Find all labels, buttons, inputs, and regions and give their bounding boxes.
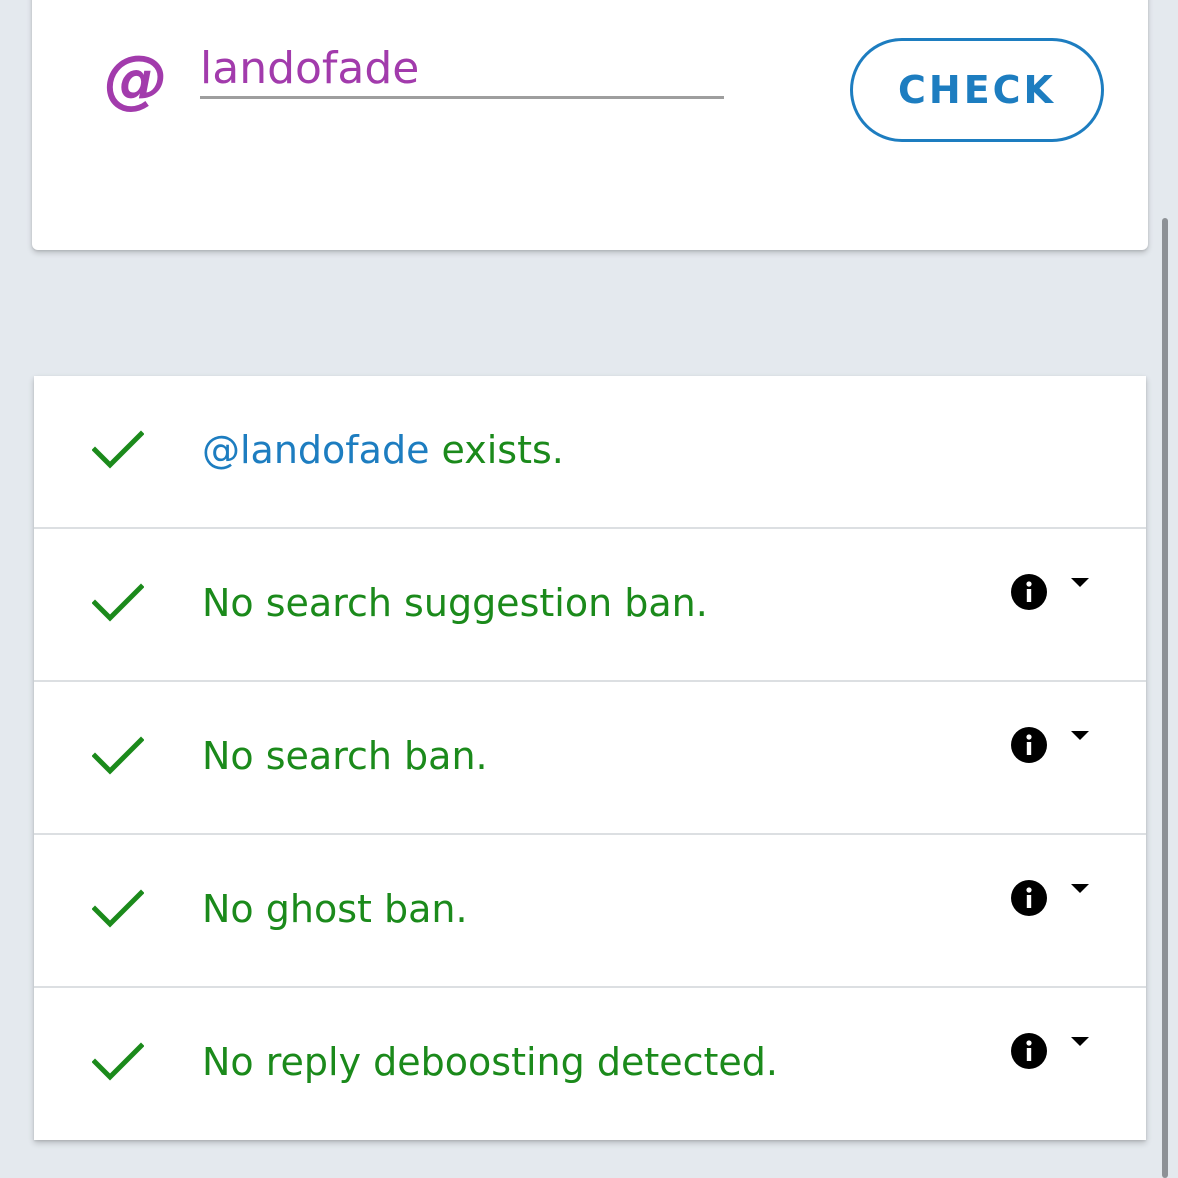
result-row-ghost-ban[interactable]: No ghost ban. [34,835,1146,988]
check-button[interactable]: CHECK [850,38,1104,142]
info-icon[interactable] [1010,726,1048,764]
result-row-search-suggestion-ban[interactable]: No search suggestion ban. [34,529,1146,682]
results-list: @landofade exists. No search suggestion … [34,376,1146,1140]
info-icon[interactable] [1010,879,1048,917]
scrollbar[interactable] [1148,0,1178,1178]
result-text: No ghost ban. [202,887,468,931]
info-icon[interactable] [1010,1032,1048,1070]
result-text: No search suggestion ban. [202,581,708,625]
username-link[interactable]: @landofade [202,428,429,472]
username-input[interactable] [200,42,724,99]
result-text: No search ban. [202,734,488,778]
check-icon [92,430,144,469]
info-icon[interactable] [1010,573,1048,611]
result-status-text: exists. [429,428,564,472]
caret-down-icon[interactable] [1069,575,1091,589]
result-text: @landofade exists. [202,426,564,474]
result-row-search-ban[interactable]: No search ban. [34,682,1146,835]
check-icon [92,736,144,775]
result-row-reply-deboosting[interactable]: No reply deboosting detected. [34,988,1146,1139]
caret-down-icon[interactable] [1069,728,1091,742]
caret-down-icon[interactable] [1069,1034,1091,1048]
check-icon [92,583,144,622]
check-icon [92,889,144,928]
at-icon: @ [104,43,168,117]
search-card: username @ CHECK [32,0,1148,250]
caret-down-icon[interactable] [1069,881,1091,895]
scrollbar-thumb[interactable] [1162,218,1168,1178]
result-text: No reply deboosting detected. [202,1040,778,1084]
check-icon [92,1042,144,1081]
result-row-exists: @landofade exists. [34,376,1146,529]
